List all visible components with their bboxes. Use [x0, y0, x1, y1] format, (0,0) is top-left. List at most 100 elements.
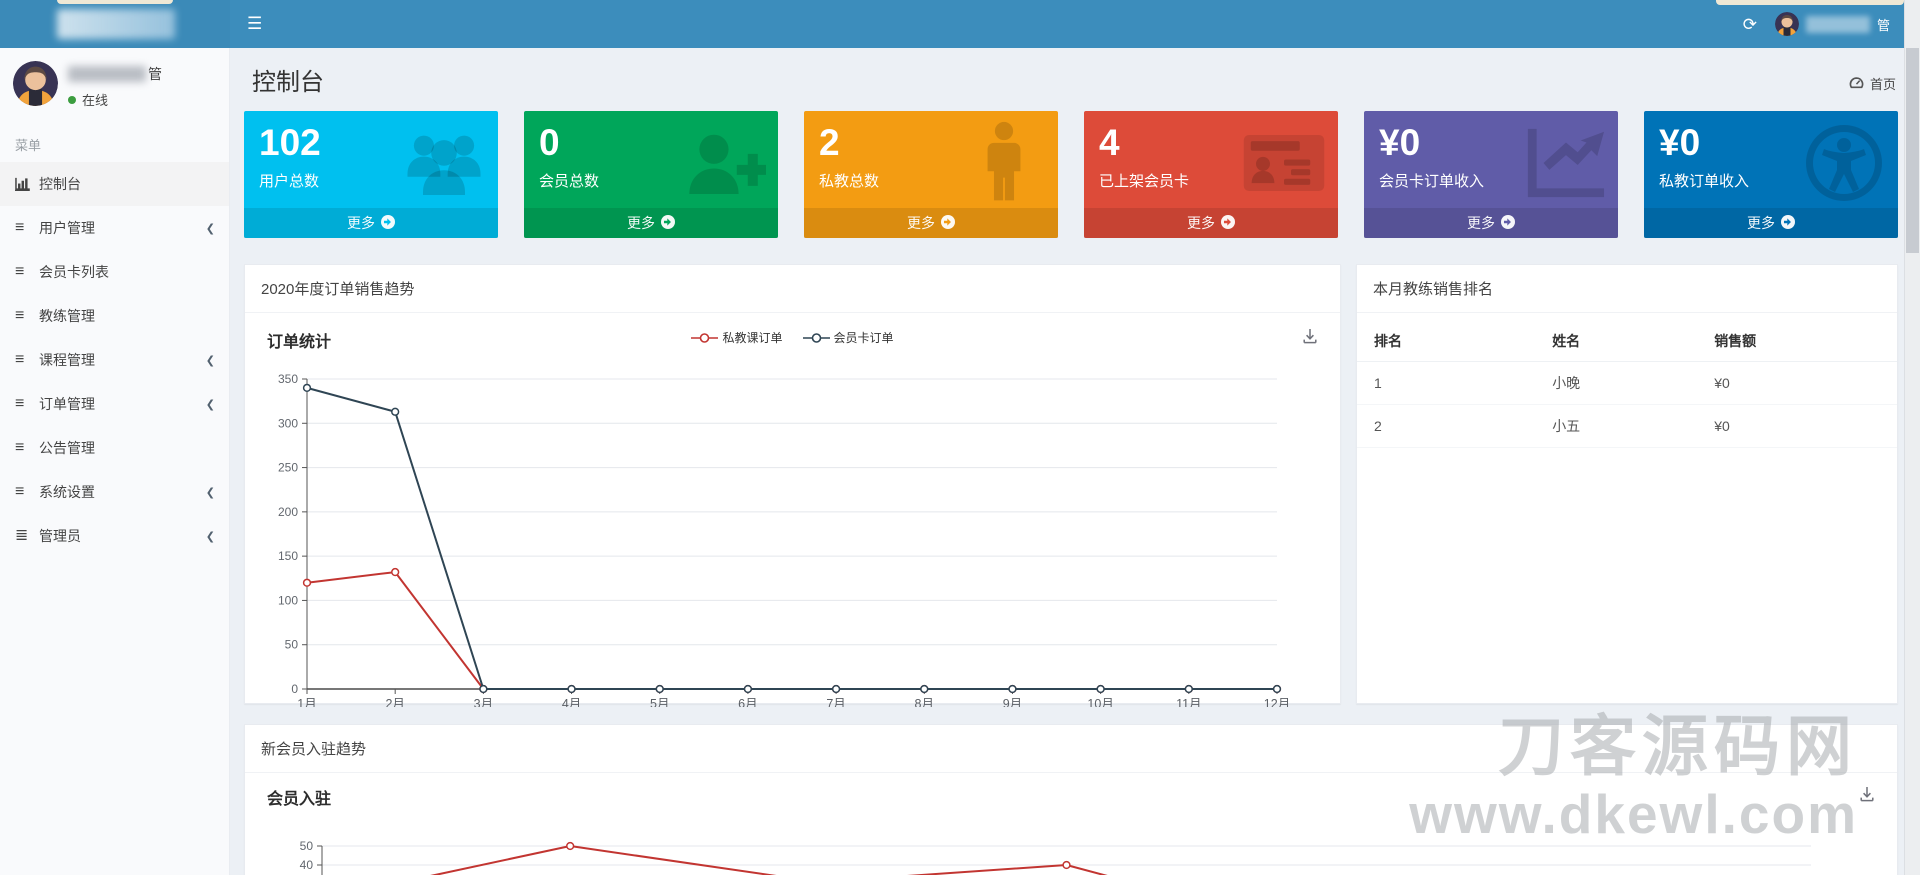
bar-chart-icon [15, 177, 39, 191]
more-label: 更多 [1747, 215, 1775, 231]
stat-label: 私教订单收入 [1659, 172, 1750, 190]
stat-more-link[interactable]: 更多 [1084, 208, 1338, 238]
stat-label: 会员卡订单收入 [1379, 172, 1485, 190]
sidebar-item-4[interactable]: ≡ 课程管理 ❮ [0, 338, 229, 382]
arrow-circle-right-icon [1501, 214, 1515, 232]
download-chart-icon[interactable] [1857, 784, 1877, 809]
sidebar-item-8[interactable]: ≣ 管理员 ❮ [0, 514, 229, 558]
avatar [13, 61, 58, 106]
chevron-left-icon: ❮ [205, 486, 215, 499]
cell-name: 小晚 [1535, 361, 1698, 405]
stat-boxes-row: 102 用户总数 更多 0 会员总数 更多 2 私教总数 更多 4 已上架会员卡 更多 ¥0 会员卡订单收… [244, 111, 1898, 238]
avatar [1774, 12, 1799, 36]
svg-text:100: 100 [278, 593, 298, 607]
stat-value: ¥0 [1379, 122, 1421, 163]
scrollbar-track[interactable] [1904, 0, 1920, 875]
bars-icon: ≡ [15, 307, 25, 324]
svg-text:350: 350 [278, 372, 298, 386]
scrollbar-thumb[interactable] [1906, 48, 1919, 253]
stat-box-0: 102 用户总数 更多 [244, 111, 498, 238]
svg-text:2月: 2月 [385, 697, 404, 707]
legend-label: 私教课订单 [722, 331, 783, 345]
legend-label: 会员卡订单 [833, 331, 894, 345]
members-line-chart: 304050 [300, 839, 1811, 875]
stat-box-3: 4 已上架会员卡更多 [1084, 111, 1338, 238]
refresh-icon[interactable]: ⟳ [1743, 16, 1757, 33]
user-menu[interactable]: 管 [1774, 12, 1890, 36]
user-name-blurred [68, 66, 146, 82]
svg-text:200: 200 [278, 505, 298, 519]
legend-item[interactable]: 私教课订单 [691, 329, 783, 346]
app-logo[interactable] [0, 0, 230, 48]
sidebar-item-1[interactable]: ≡ 用户管理 ❮ [0, 206, 229, 250]
cell-sales: ¥0 [1697, 404, 1897, 448]
svg-text:12月: 12月 [1264, 697, 1290, 707]
stat-label: 私教总数 [819, 172, 880, 190]
stat-label: 会员总数 [539, 172, 600, 190]
orders-trend-panel: 2020年度订单销售趋势 订单统计 私教课订单 会员卡订单 0 50 100 150 20… [244, 264, 1341, 711]
stat-value: 2 [819, 122, 840, 163]
bars-icon: ≡ [15, 483, 25, 500]
table-row: 1 小晚 ¥0 [1357, 361, 1897, 405]
chart-title: 会员入驻 [267, 791, 332, 808]
stat-label: 用户总数 [259, 172, 320, 190]
online-status-label: 在线 [82, 93, 109, 108]
table-row: 2 小五 ¥0 [1357, 404, 1897, 448]
svg-text:11月: 11月 [1176, 697, 1201, 707]
sidebar-item-5[interactable]: ≡ 订单管理 ❮ [0, 382, 229, 426]
legend-marker-icon [802, 332, 830, 343]
stat-more-link[interactable]: 更多 [244, 208, 498, 238]
more-label: 更多 [347, 215, 375, 231]
breadcrumb[interactable]: 首页 [1849, 74, 1896, 97]
cell-rank: 2 [1357, 404, 1536, 448]
svg-text:5月: 5月 [650, 697, 669, 707]
sidebar-item-6[interactable]: ≡ 公告管理 [0, 426, 229, 470]
sidebar-item-7[interactable]: ≡ 系统设置 ❮ [0, 470, 229, 514]
stat-more-link[interactable]: 更多 [1644, 208, 1898, 238]
column-header: 销售额 [1697, 319, 1897, 362]
stat-more-link[interactable]: 更多 [524, 208, 778, 238]
svg-text:300: 300 [278, 416, 298, 430]
bars-icon: ≡ [15, 351, 25, 368]
sidebar-item-label: 课程管理 [39, 352, 95, 368]
orders-line-chart: 0 50 100 150 200 250 300 350 1月 2月 3月 4月 5月 6月 7月 8月 9月 1… [278, 372, 1290, 711]
sidebar-item-3[interactable]: ≡ 教练管理 [0, 294, 229, 338]
arrow-circle-right-icon [1221, 214, 1235, 232]
main-content: 控制台 首页 102 用户总数 更多 0 会员总数 更多 2 私教总数 更多 4 已上架会员卡 更多 ¥… [230, 48, 1920, 875]
svg-text:3月: 3月 [474, 697, 493, 707]
svg-text:1月: 1月 [297, 697, 316, 707]
screenshot-artifact [57, 0, 173, 4]
panel-title: 新会员入驻趋势 [245, 725, 1897, 773]
chevron-left-icon: ❮ [205, 354, 215, 367]
sidebar-item-dashboard[interactable]: 控制台 [0, 162, 229, 206]
arrow-circle-right-icon [381, 214, 395, 232]
arrow-circle-right-icon [1781, 214, 1795, 232]
download-chart-icon[interactable] [1300, 326, 1320, 351]
sidebar-toggle-icon[interactable]: ☰ [230, 0, 279, 48]
page-title: 控制台 [252, 69, 324, 96]
sidebar-item-2[interactable]: ≡ 会员卡列表 [0, 250, 229, 294]
sidebar: 管 在线 菜单 控制台 ≡ 用户管理 ❮ ≡ 会员卡列表 ≡ 教练管理 ≡ 课程管理 ❮ ≡ 订单管理 ❮… [0, 48, 230, 875]
sidebar-item-label: 会员卡列表 [39, 264, 109, 280]
legend-item[interactable]: 会员卡订单 [802, 329, 894, 346]
svg-text:9月: 9月 [1003, 697, 1022, 707]
sidebar-menu: 控制台 ≡ 用户管理 ❮ ≡ 会员卡列表 ≡ 教练管理 ≡ 课程管理 ❮ ≡ 订单管理 ❮ ≡ 公告管理 ≡ 系统… [0, 162, 229, 558]
cell-sales: ¥0 [1697, 361, 1897, 405]
logo-image-blurred [57, 9, 175, 39]
sidebar-item-label: 控制台 [39, 176, 81, 192]
cell-rank: 1 [1357, 361, 1536, 405]
stat-more-link[interactable]: 更多 [1364, 208, 1618, 238]
sidebar-item-label: 教练管理 [39, 308, 95, 324]
bars-icon: ≡ [15, 439, 25, 456]
column-header: 排名 [1357, 319, 1536, 362]
svg-text:8月: 8月 [915, 697, 934, 707]
dashboard-icon [1849, 76, 1864, 92]
chevron-left-icon: ❮ [205, 398, 215, 411]
stat-value: 4 [1099, 122, 1120, 163]
sidebar-item-label: 系统设置 [39, 484, 95, 500]
user-name-suffix: 管 [148, 66, 162, 82]
stat-label: 已上架会员卡 [1099, 172, 1190, 190]
stat-more-link[interactable]: 更多 [804, 208, 1058, 238]
arrow-circle-right-icon [941, 214, 955, 232]
stat-value: ¥0 [1659, 122, 1701, 163]
